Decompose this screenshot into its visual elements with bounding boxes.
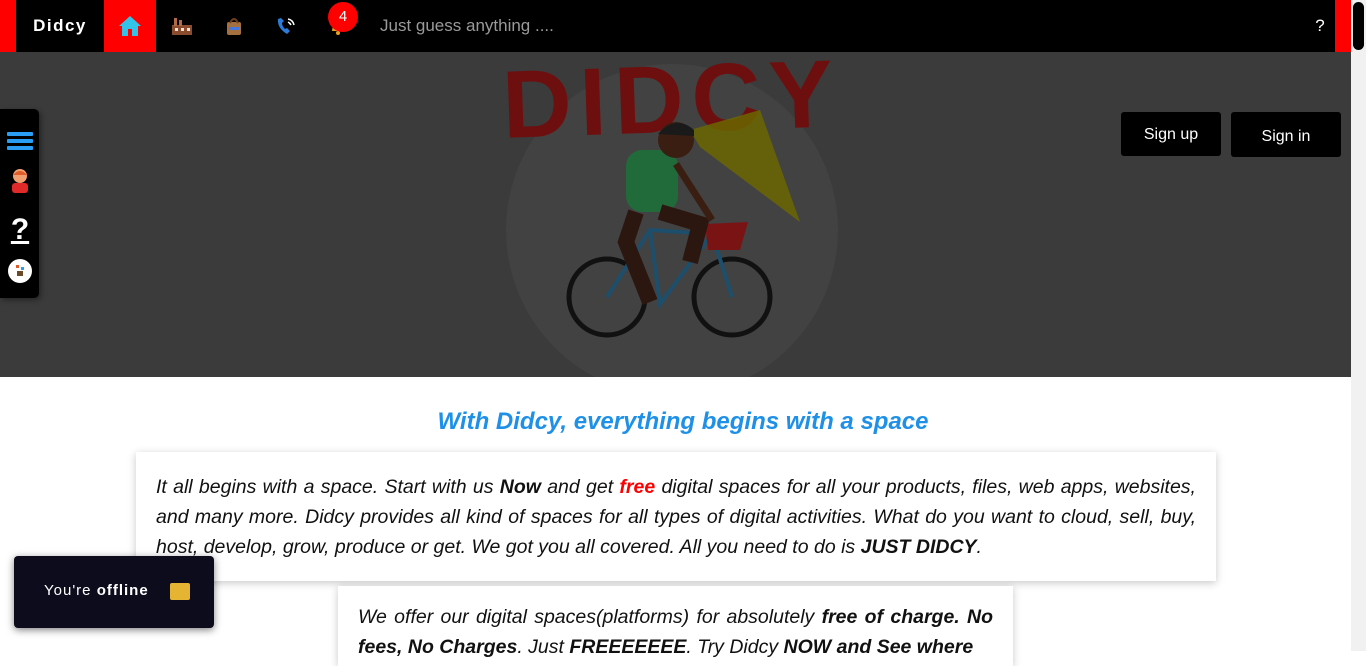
menu-icon[interactable] (6, 127, 34, 155)
offline-toast: You're offline (14, 556, 214, 628)
phone-icon[interactable] (273, 13, 299, 39)
profile-icon[interactable] (6, 166, 34, 194)
side-dock: ? (0, 109, 39, 298)
factory-icon[interactable] (169, 13, 195, 39)
offer-emphasis-now: NOW and See where (783, 636, 974, 658)
intro-emphasis-just-didcy: JUST DIDCY (860, 536, 977, 558)
scrollbar-track[interactable] (1351, 0, 1366, 651)
offer-emphasis-freee: FREEEEEEE (569, 636, 687, 658)
offer-paragraph: We offer our digital spaces(platforms) f… (358, 602, 993, 662)
top-navbar: Didcy 4 Just guess anything .... ? (0, 0, 1351, 52)
offer-text: We offer our digital spaces(platforms) f… (358, 606, 822, 628)
offline-status: offline (96, 582, 149, 599)
navbar-right-accent (1335, 0, 1351, 52)
help-icon[interactable]: ? (6, 213, 34, 246)
offline-message: You're offline (44, 582, 149, 599)
intro-paragraph: It all begins with a space. Start with u… (156, 472, 1196, 562)
bag-icon[interactable] (221, 13, 247, 39)
sad-face-icon (170, 583, 190, 600)
sign-up-button[interactable]: Sign up (1121, 112, 1221, 156)
home-button[interactable] (104, 0, 156, 52)
hero-banner: DIDCY Sign up Sign in (0, 52, 1351, 377)
intro-card: It all begins with a space. Start with u… (136, 452, 1216, 581)
intro-emphasis-now: Now (499, 476, 541, 498)
search-input[interactable] (372, 12, 988, 40)
page-headline: With Didcy, everything begins with a spa… (437, 408, 929, 435)
offline-prefix: You're (44, 582, 97, 599)
home-icon (119, 16, 141, 36)
hero-illustration: DIDCY (500, 52, 843, 377)
notification-badge[interactable]: 4 (328, 2, 358, 32)
offer-text: . Just (517, 636, 570, 658)
brand-logo[interactable]: Didcy (16, 0, 104, 52)
intro-text: and get (540, 476, 620, 498)
intro-text: . (976, 536, 982, 558)
scrollbar-thumb[interactable] (1353, 2, 1364, 50)
intro-emphasis-free: free (619, 476, 656, 498)
help-button[interactable]: ? (1308, 0, 1332, 52)
intro-text: It all begins with a space. Start with u… (156, 476, 500, 498)
offer-card: We offer our digital spaces(platforms) f… (338, 586, 1013, 666)
sign-in-button[interactable]: Sign in (1231, 112, 1341, 157)
navbar-left-accent (0, 0, 16, 52)
app-logo-icon[interactable] (6, 257, 34, 285)
offer-text: . Try Didcy (686, 636, 784, 658)
